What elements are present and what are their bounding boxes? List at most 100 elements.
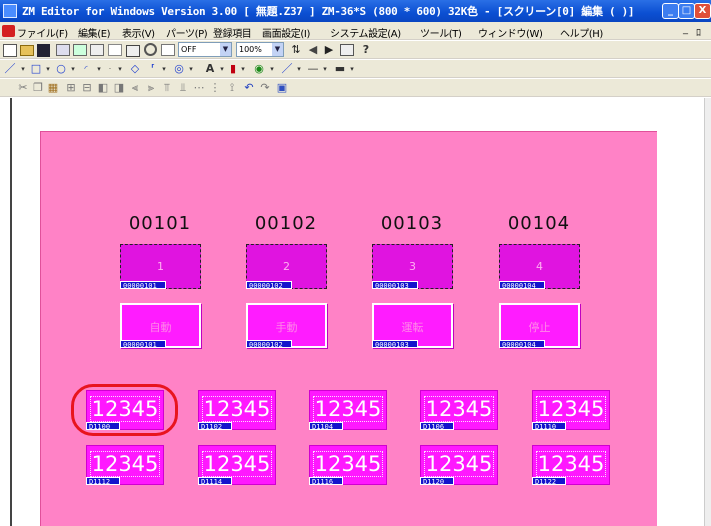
- lamp-part[interactable]: 4 00000104: [499, 244, 580, 290]
- bring-front-icon[interactable]: ◧: [96, 80, 110, 96]
- switch-part-run[interactable]: 運転 00000103: [372, 303, 453, 349]
- close-button[interactable]: X: [694, 3, 711, 19]
- redo-icon[interactable]: ↷: [258, 80, 272, 96]
- align-top-icon[interactable]: ⫪: [160, 80, 174, 96]
- menu-view[interactable]: 表示(V): [122, 25, 155, 40]
- menu-screen-settings[interactable]: 画面設定(I): [262, 25, 310, 40]
- chevron-down-icon[interactable]: ▾: [116, 61, 124, 77]
- pattern-tool-icon[interactable]: ◎: [172, 61, 186, 77]
- chevron-down-icon[interactable]: ▾: [321, 61, 329, 77]
- chevron-down-icon[interactable]: ▼: [272, 43, 283, 56]
- vertical-scrollbar[interactable]: [704, 98, 711, 526]
- numeric-display[interactable]: 12345 D1120: [420, 445, 498, 486]
- search-icon[interactable]: [144, 43, 157, 56]
- chevron-down-icon[interactable]: ▾: [19, 61, 27, 77]
- grid-icon[interactable]: [340, 44, 354, 56]
- distribute-v-icon[interactable]: ⋮: [208, 80, 222, 96]
- numeric-label[interactable]: 00103: [372, 213, 452, 234]
- help-icon[interactable]: ?: [360, 42, 372, 58]
- chevron-down-icon[interactable]: ▾: [69, 61, 77, 77]
- chevron-down-icon[interactable]: ▾: [160, 61, 168, 77]
- menu-window[interactable]: ウィンドウ(W): [478, 25, 543, 40]
- lamp-part[interactable]: 2 00000102: [246, 244, 327, 290]
- lamp-part[interactable]: 1 00000101: [120, 244, 201, 290]
- numeric-display[interactable]: 12345 D1104: [309, 390, 387, 431]
- new-file-icon[interactable]: [3, 44, 17, 57]
- paste-icon[interactable]: ▦: [46, 80, 60, 96]
- chevron-down-icon[interactable]: ▾: [218, 61, 226, 77]
- mdi-minimize-button[interactable]: _: [683, 24, 688, 35]
- switch-part-auto[interactable]: 自動 00000101: [120, 303, 201, 349]
- lamp-part[interactable]: 3 00000103: [372, 244, 453, 290]
- numeric-label[interactable]: 00101: [120, 213, 200, 234]
- arc-tool-icon[interactable]: ◜: [79, 61, 93, 77]
- pen-color-icon[interactable]: ▮: [228, 61, 238, 77]
- chevron-down-icon[interactable]: ▾: [295, 61, 303, 77]
- menu-system-settings[interactable]: システム設定(A): [330, 25, 401, 40]
- align-bottom-icon[interactable]: ⫫: [176, 80, 190, 96]
- numeric-display[interactable]: 12345 D1102: [198, 390, 276, 431]
- group-icon[interactable]: ⊞: [64, 80, 78, 96]
- zoom-combo[interactable]: 100% ▼: [236, 42, 284, 57]
- numeric-display[interactable]: 12345 D1110: [532, 390, 610, 431]
- save-icon[interactable]: [37, 44, 50, 57]
- ungroup-icon[interactable]: ⊟: [80, 80, 94, 96]
- copy-screen-icon[interactable]: [90, 44, 104, 56]
- paint-color-icon[interactable]: ◉: [252, 61, 266, 77]
- text-tool-icon[interactable]: A: [203, 61, 217, 77]
- pin-icon[interactable]: ⟟: [225, 80, 239, 96]
- transfer-icon[interactable]: ⇅: [289, 42, 303, 58]
- chevron-down-icon[interactable]: ▾: [239, 61, 247, 77]
- switch-part-stop[interactable]: 停止 00000104: [499, 303, 580, 349]
- line-style-icon[interactable]: ／: [280, 61, 294, 77]
- numeric-display[interactable]: 12345 D1112: [86, 445, 164, 486]
- align-right-icon[interactable]: ⫸: [144, 80, 158, 96]
- document-icon[interactable]: [2, 25, 15, 37]
- tile-pattern-icon[interactable]: ▬: [333, 61, 347, 77]
- numeric-display[interactable]: 12345 D1122: [532, 445, 610, 486]
- chevron-down-icon[interactable]: ▾: [268, 61, 276, 77]
- forward-icon[interactable]: ▶: [322, 42, 336, 58]
- numeric-display[interactable]: 12345 D1106: [420, 390, 498, 431]
- line-tool-icon[interactable]: ／: [3, 61, 17, 77]
- back-icon[interactable]: ◀: [306, 42, 320, 58]
- minimize-button[interactable]: _: [662, 3, 679, 19]
- numeric-display[interactable]: 12345 D1114: [198, 445, 276, 486]
- toggle-combo[interactable]: OFF ▼: [178, 42, 232, 57]
- cut-icon[interactable]: ✂: [16, 80, 30, 96]
- mdi-restore-button[interactable]: ﾛ: [696, 24, 701, 39]
- maximize-button[interactable]: □: [678, 3, 695, 19]
- chevron-down-icon[interactable]: ▾: [187, 61, 195, 77]
- rectangle-tool-icon[interactable]: □: [29, 61, 43, 77]
- menu-parts[interactable]: パーツ(P): [166, 25, 208, 40]
- align-left-icon[interactable]: ⫷: [128, 80, 142, 96]
- open-folder-icon[interactable]: [20, 45, 34, 56]
- print-icon[interactable]: [126, 45, 140, 57]
- menu-help[interactable]: ヘルプ(H): [560, 25, 603, 40]
- app-icon[interactable]: [3, 4, 17, 18]
- menu-registered-items[interactable]: 登録項目: [213, 25, 252, 40]
- menu-edit[interactable]: 編集(E): [78, 25, 111, 40]
- dot-tool-icon[interactable]: ·: [106, 61, 114, 77]
- preview-icon[interactable]: [161, 44, 175, 56]
- chevron-down-icon[interactable]: ▼: [220, 43, 231, 56]
- circle-tool-icon[interactable]: ○: [54, 61, 68, 77]
- menu-tools[interactable]: ツール(T): [420, 25, 462, 40]
- screen-list-icon[interactable]: [73, 44, 87, 56]
- switch-part-manual[interactable]: 手動 00000102: [246, 303, 327, 349]
- menu-file[interactable]: ファイル(F): [17, 25, 68, 40]
- chevron-down-icon[interactable]: ▾: [95, 61, 103, 77]
- numeric-label[interactable]: 00104: [499, 213, 579, 234]
- chevron-down-icon[interactable]: ▾: [44, 61, 52, 77]
- numeric-label[interactable]: 00102: [246, 213, 326, 234]
- copy-icon[interactable]: ❐: [31, 80, 45, 96]
- numeric-display[interactable]: 12345 D1116: [309, 445, 387, 486]
- fill-tool-icon[interactable]: ◇: [128, 61, 142, 77]
- settings-icon[interactable]: [108, 44, 122, 56]
- distribute-h-icon[interactable]: ⋯: [192, 80, 206, 96]
- line-width-icon[interactable]: —: [305, 61, 321, 77]
- undo-icon[interactable]: ↶: [242, 80, 256, 96]
- bracket-tool-icon[interactable]: ⸢: [148, 61, 158, 77]
- send-back-icon[interactable]: ◨: [112, 80, 126, 96]
- chevron-down-icon[interactable]: ▾: [348, 61, 356, 77]
